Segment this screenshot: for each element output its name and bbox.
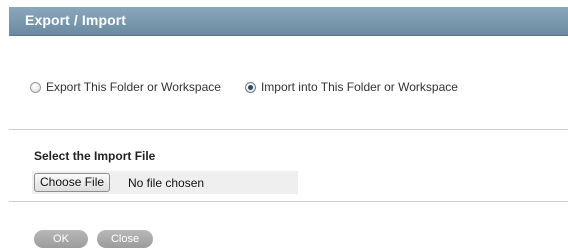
close-button[interactable]: Close bbox=[97, 230, 153, 248]
export-option[interactable]: Export This Folder or Workspace bbox=[30, 80, 221, 94]
export-radio[interactable] bbox=[30, 81, 41, 93]
import-option-label: Import into This Folder or Workspace bbox=[260, 80, 458, 94]
dialog-header: Export / Import bbox=[9, 7, 568, 36]
import-option[interactable]: Import into This Folder or Workspace bbox=[244, 80, 458, 94]
divider-top bbox=[9, 129, 568, 130]
import-file-label: Select the Import File bbox=[34, 149, 156, 163]
choose-file-button[interactable]: Choose File bbox=[34, 173, 111, 192]
dialog-title: Export / Import bbox=[25, 12, 127, 28]
export-option-label: Export This Folder or Workspace bbox=[46, 80, 221, 94]
mode-radio-group: Export This Folder or Workspace Import i… bbox=[30, 78, 458, 96]
file-status-text: No file chosen bbox=[128, 176, 205, 190]
ok-button[interactable]: OK bbox=[34, 230, 88, 248]
file-input[interactable]: Choose File No file chosen bbox=[32, 171, 298, 194]
divider-bottom bbox=[9, 201, 568, 202]
import-radio[interactable] bbox=[244, 81, 256, 93]
